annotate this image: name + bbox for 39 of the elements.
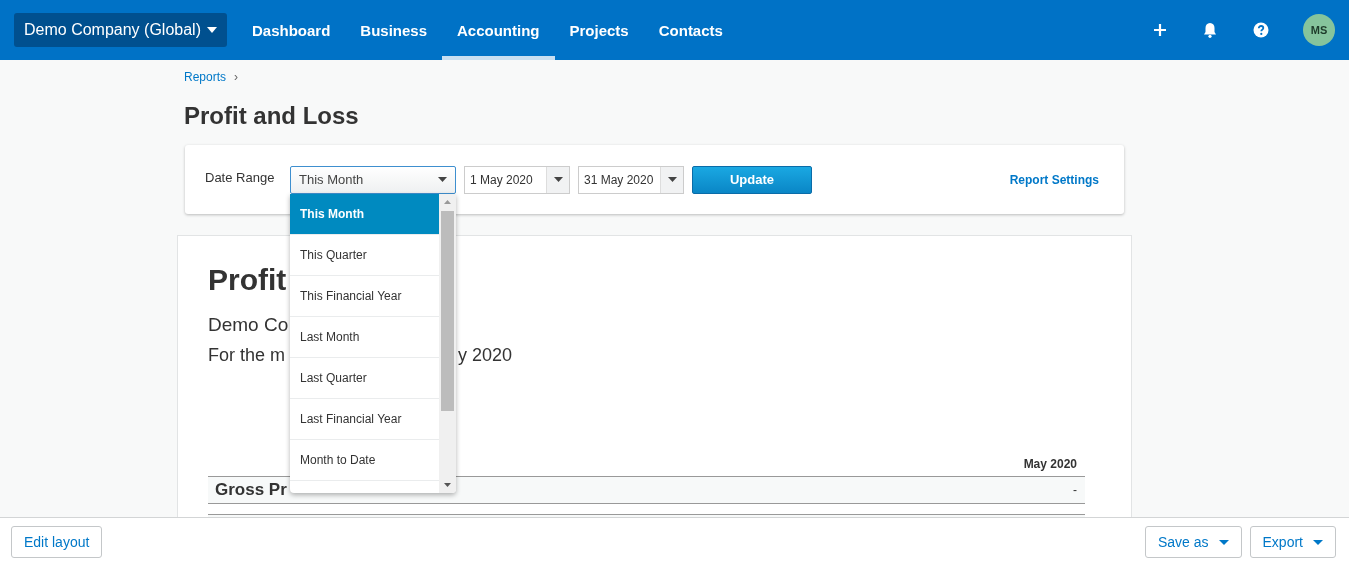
report-title: Profit xyxy=(208,262,287,298)
row-value: - xyxy=(1073,483,1077,497)
scroll-down-icon[interactable] xyxy=(444,482,451,487)
user-avatar[interactable]: MS xyxy=(1303,14,1335,46)
report-settings-link[interactable]: Report Settings xyxy=(1009,172,1099,187)
add-icon[interactable] xyxy=(1153,23,1167,37)
nav-tab[interactable]: Accounting xyxy=(442,0,555,60)
organisation-switcher[interactable]: Demo Company (Global) xyxy=(14,13,227,47)
nav-tab[interactable]: Business xyxy=(345,0,442,60)
caret-icon xyxy=(553,177,563,182)
save-as-button[interactable]: Save as xyxy=(1144,526,1242,558)
column-heading: May 2020 xyxy=(1023,457,1077,471)
export-button[interactable]: Export xyxy=(1249,526,1336,558)
end-date-field[interactable]: 31 May 2020 xyxy=(578,165,684,194)
help-icon[interactable] xyxy=(1253,22,1269,38)
dropdown-option[interactable]: This Month xyxy=(290,193,439,235)
scroll-up-icon[interactable] xyxy=(444,199,451,204)
row-label: Gross Pr xyxy=(215,480,287,500)
date-range-select[interactable]: This Month xyxy=(290,165,456,194)
breadcrumb-link[interactable]: Reports xyxy=(184,70,227,86)
nav-tab[interactable]: Contacts xyxy=(643,0,738,60)
nav-tab[interactable]: Projects xyxy=(554,0,644,60)
report-period: y 2020 xyxy=(458,344,513,367)
caret-icon xyxy=(206,27,217,33)
update-button[interactable]: Update xyxy=(692,165,812,194)
caret-icon xyxy=(667,177,677,182)
company-name: Demo Co xyxy=(208,313,289,337)
edit-layout-button[interactable]: Edit layout xyxy=(11,526,103,558)
nav-tab[interactable]: Dashboard xyxy=(236,0,346,60)
breadcrumb-separator: › xyxy=(234,70,239,86)
caret-icon xyxy=(1218,539,1229,545)
start-date-field[interactable]: 1 May 2020 xyxy=(464,165,570,194)
report-period: For the m xyxy=(208,344,287,367)
scrollbar[interactable] xyxy=(439,193,456,493)
notification-bell-icon[interactable] xyxy=(1203,22,1217,38)
page-title: Profit and Loss xyxy=(184,101,360,131)
caret-icon xyxy=(438,177,447,182)
date-range-label: Date Range xyxy=(205,170,276,185)
caret-icon xyxy=(1313,539,1323,545)
